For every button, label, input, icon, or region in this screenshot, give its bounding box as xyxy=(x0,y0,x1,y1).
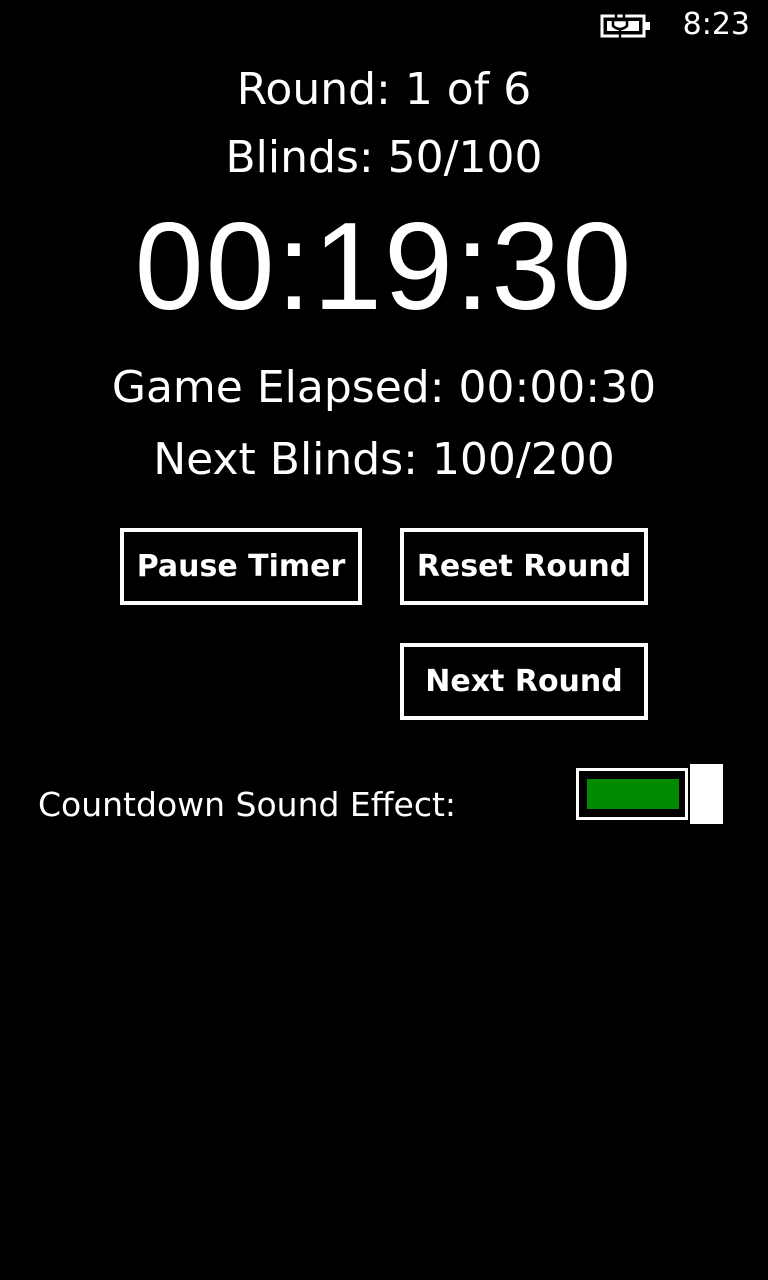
reset-round-button[interactable]: Reset Round xyxy=(400,528,648,605)
next-round-button[interactable]: Next Round xyxy=(400,643,648,720)
sound-effect-toggle[interactable] xyxy=(576,764,726,824)
battery-charging-icon xyxy=(600,14,650,38)
status-bar: 8:23 xyxy=(0,0,768,50)
next-blinds: Next Blinds: 100/200 xyxy=(153,434,615,485)
toggle-fill xyxy=(587,779,679,809)
round-indicator: Round: 1 of 6 xyxy=(236,64,532,115)
toggle-track xyxy=(576,768,688,820)
current-blinds: Blinds: 50/100 xyxy=(225,132,543,183)
game-elapsed: Game Elapsed: 00:00:30 xyxy=(111,362,657,413)
toggle-thumb[interactable] xyxy=(690,764,723,824)
countdown-timer: 00:19:30 xyxy=(134,198,634,336)
sound-effect-label: Countdown Sound Effect: xyxy=(38,785,457,824)
status-time: 8:23 xyxy=(682,7,750,42)
pause-timer-button[interactable]: Pause Timer xyxy=(120,528,362,605)
